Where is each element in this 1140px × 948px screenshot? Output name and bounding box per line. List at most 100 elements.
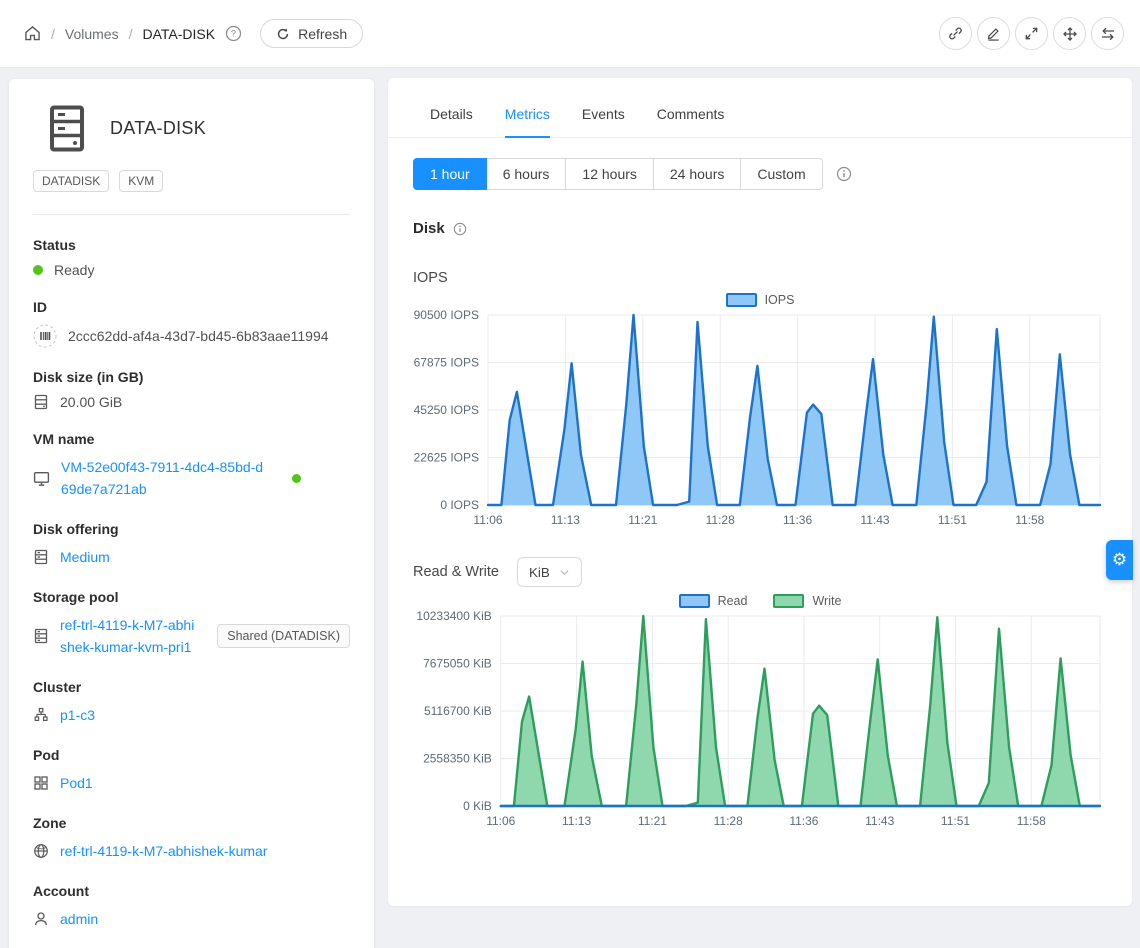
desktop-icon xyxy=(33,470,50,487)
section-cluster: Cluster p1-c3 xyxy=(33,679,350,726)
time-range-1hour[interactable]: 1 hour xyxy=(413,158,487,190)
breadcrumb-current: DATA-DISK xyxy=(142,26,215,42)
time-range-selector: 1 hour 6 hours 12 hours 24 hours Custom xyxy=(413,158,1132,190)
breadcrumb-separator: / xyxy=(51,26,55,42)
resource-title: DATA-DISK xyxy=(110,118,206,139)
unit-dropdown-value: KiB xyxy=(529,565,550,580)
y-tick-label: 5116700 KiB xyxy=(424,704,492,718)
section-account: Account admin xyxy=(33,883,350,930)
detail-panel: Details Metrics Events Comments 1 hour 6… xyxy=(388,78,1132,906)
section-disk-offering: Disk offering Medium xyxy=(33,521,350,568)
rw-legend: Read Write xyxy=(388,594,1132,608)
status-label: Status xyxy=(33,237,350,253)
vm-name-link[interactable]: VM-52e00f43-7911-4dc4-85bd-d69de7a721ab xyxy=(61,456,267,500)
edit-button[interactable] xyxy=(977,17,1010,50)
legend-item-read[interactable]: Read xyxy=(679,594,748,608)
disk-offering-label: Disk offering xyxy=(33,521,350,537)
divider xyxy=(33,214,350,215)
y-tick-label: 67875 IOPS xyxy=(414,356,479,370)
cluster-link[interactable]: p1-c3 xyxy=(60,704,95,726)
disk-icon xyxy=(33,394,49,410)
vm-state-dot xyxy=(292,474,301,483)
time-range-12hours[interactable]: 12 hours xyxy=(565,158,653,190)
y-tick-label: 10233400 KiB xyxy=(416,610,491,623)
legend-swatch xyxy=(679,594,710,608)
id-value: 2ccc62dd-af4a-43d7-bd45-6b83aae11994 xyxy=(68,328,329,344)
id-label: ID xyxy=(33,299,350,315)
iops-chart: 0 IOPS22625 IOPS45250 IOPS67875 IOPS9050… xyxy=(412,309,1108,533)
cluster-label: Cluster xyxy=(33,679,350,695)
y-tick-label: 0 IOPS xyxy=(440,498,479,512)
section-status: Status Ready xyxy=(33,237,350,278)
section-disk-size: Disk size (in GB) 20.00 GiB xyxy=(33,369,350,410)
barcode-icon xyxy=(33,324,57,348)
zone-link[interactable]: ref-trl-4119-k-M7-abhishek-kumar xyxy=(60,840,267,862)
refresh-button[interactable]: Refresh xyxy=(260,19,363,48)
section-storage-pool: Storage pool ref-trl-4119-k-M7-abhishek-… xyxy=(33,589,350,658)
resize-button[interactable] xyxy=(1015,17,1048,50)
time-range-6hours[interactable]: 6 hours xyxy=(486,158,567,190)
legend-swatch xyxy=(726,293,757,307)
help-icon[interactable]: ? xyxy=(225,25,242,42)
rw-section-header: Read & Write KiB xyxy=(413,557,1132,587)
y-tick-label: 7675050 KiB xyxy=(423,657,492,671)
storage-pool-icon xyxy=(33,628,49,644)
storage-pool-badge: Shared (DATADISK) xyxy=(217,624,350,648)
unit-dropdown[interactable]: KiB xyxy=(517,557,582,587)
x-tick-label: 11:13 xyxy=(551,513,580,527)
volume-icon xyxy=(48,105,86,152)
svg-text:?: ? xyxy=(231,29,236,39)
time-range-custom[interactable]: Custom xyxy=(740,158,822,190)
time-range-24hours[interactable]: 24 hours xyxy=(653,158,741,190)
account-link[interactable]: admin xyxy=(60,908,98,930)
pod-link[interactable]: Pod1 xyxy=(60,772,93,794)
status-dot xyxy=(33,265,43,275)
legend-label: IOPS xyxy=(765,293,795,307)
tag-datadisk[interactable]: DATADISK xyxy=(33,170,109,192)
tab-bar: Details Metrics Events Comments xyxy=(388,78,1132,138)
time-info-icon[interactable] xyxy=(836,166,852,182)
x-tick-label: 11:06 xyxy=(473,513,502,527)
status-value: Ready xyxy=(54,262,94,278)
iops-legend: IOPS xyxy=(388,293,1132,307)
tab-metrics[interactable]: Metrics xyxy=(505,106,550,137)
x-tick-label: 11:43 xyxy=(860,513,889,527)
resource-header: DATA-DISK xyxy=(33,105,350,152)
disk-size-value: 20.00 GiB xyxy=(60,394,122,410)
legend-item-write[interactable]: Write xyxy=(773,594,841,608)
x-tick-label: 11:43 xyxy=(865,814,894,828)
tag-kvm[interactable]: KVM xyxy=(119,170,163,192)
storage-pool-link[interactable]: ref-trl-4119-k-M7-abhishek-kumar-kvm-pri… xyxy=(60,614,196,658)
y-tick-label: 2558350 KiB xyxy=(423,752,492,766)
home-icon[interactable] xyxy=(24,25,41,42)
tab-details[interactable]: Details xyxy=(430,106,473,137)
top-header: / Volumes / DATA-DISK ? Refresh xyxy=(0,0,1140,68)
tab-events[interactable]: Events xyxy=(582,106,625,137)
gear-icon: ⚙ xyxy=(1112,550,1127,570)
y-tick-label: 0 KiB xyxy=(463,799,492,813)
migrate-button[interactable] xyxy=(1053,17,1086,50)
disk-info-icon[interactable] xyxy=(453,222,467,236)
disk-section-header: Disk xyxy=(413,220,1132,237)
x-tick-label: 11:28 xyxy=(706,513,735,527)
resource-info-card: DATA-DISK DATADISK KVM Status Ready ID 2… xyxy=(8,78,375,948)
x-tick-label: 11:36 xyxy=(789,814,818,828)
legend-item-iops[interactable]: IOPS xyxy=(726,293,795,307)
swap-button[interactable] xyxy=(1091,17,1124,50)
resource-tags: DATADISK KVM xyxy=(33,170,350,192)
disk-offering-link[interactable]: Medium xyxy=(60,546,110,568)
x-tick-label: 11:06 xyxy=(486,814,515,828)
refresh-label: Refresh xyxy=(298,26,347,42)
disk-size-label: Disk size (in GB) xyxy=(33,369,350,385)
breadcrumb: / Volumes / DATA-DISK ? Refresh xyxy=(24,19,363,48)
tab-comments[interactable]: Comments xyxy=(657,106,725,137)
attach-link-button[interactable] xyxy=(939,17,972,50)
pod-label: Pod xyxy=(33,747,350,763)
section-pod: Pod Pod1 xyxy=(33,747,350,794)
settings-drawer-button[interactable]: ⚙ xyxy=(1106,540,1133,580)
breadcrumb-volumes-link[interactable]: Volumes xyxy=(65,26,119,42)
rw-chart: 0 KiB 2558350 KiB 5116700 KiB 7675050 KiB 10… xyxy=(412,610,1108,834)
x-tick-label: 11:58 xyxy=(1017,814,1046,828)
user-icon xyxy=(33,911,49,927)
x-tick-label: 11:51 xyxy=(941,814,970,828)
